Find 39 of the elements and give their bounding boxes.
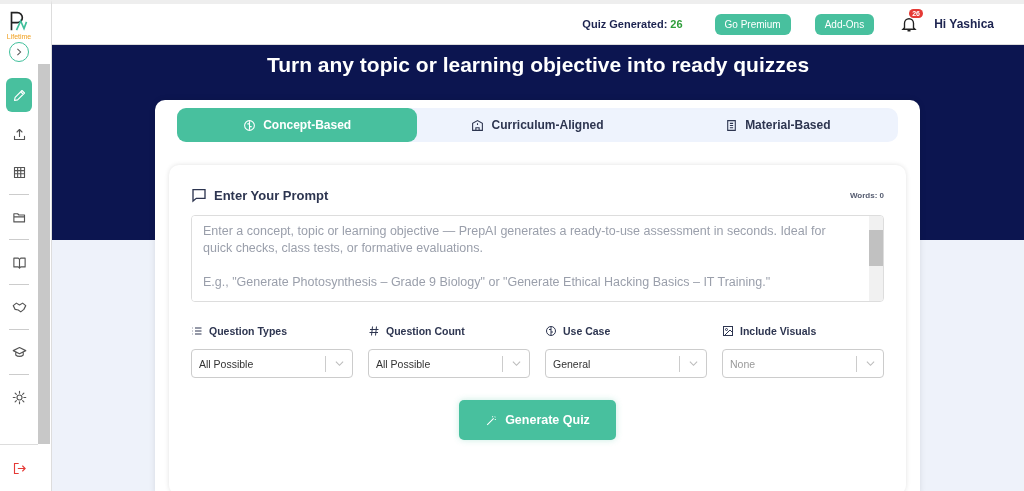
scrollbar[interactable]: [38, 64, 50, 444]
bell-icon[interactable]: [900, 15, 919, 33]
dropdown-placeholder: None: [730, 357, 757, 370]
tab-label: Material-Based: [745, 118, 831, 132]
chevron-down-icon: [512, 359, 521, 368]
school-icon: [471, 118, 485, 132]
dropdown-value: All Possible: [199, 357, 255, 370]
word-count: Words: 0: [849, 190, 884, 200]
document-icon: [725, 118, 739, 132]
option-label: Question Count: [386, 325, 465, 337]
chevron-down-icon: [866, 359, 875, 368]
mode-tab[interactable]: Material-Based: [657, 108, 898, 142]
chevron-down-icon: [335, 359, 344, 368]
option-label: Question Types: [209, 325, 287, 337]
quiz-generated-count: 26: [670, 18, 683, 30]
magic-wand-icon: [485, 413, 499, 427]
mode-tab[interactable]: Curriculum-Aligned: [417, 108, 658, 142]
user-greeting: Hi Yashica: [934, 17, 994, 31]
dropdown-value: All Possible: [376, 357, 432, 370]
prompt-field[interactable]: Enter a concept, topic or learning objective — PrepAI generates a ready-to-use assessment in seconds. Ideal for quick checks, class tests, or formative evaluations. E.g., "Generate Photosynthesis – Grade 9 Biology" or "Generate Ethical Hacking Basics – IT Training.": [191, 215, 884, 302]
option-dropdown[interactable]: General: [545, 349, 707, 378]
chevron-down-icon: [689, 359, 698, 368]
option-label: Use Case: [563, 325, 611, 337]
option-dropdown[interactable]: All Possible: [368, 349, 530, 378]
option-label: Include Visuals: [740, 325, 817, 337]
message-icon: [191, 187, 207, 203]
tab-label: Concept-Based: [263, 118, 352, 132]
button-label: Generate Quiz: [505, 413, 590, 427]
dropdown-value: General: [553, 357, 592, 370]
option-dropdown[interactable]: All Possible: [191, 349, 353, 378]
tab-label: Curriculum-Aligned: [491, 118, 604, 132]
hero-title: Turn any topic or learning objective into ready quizzes: [266, 53, 810, 77]
prompt-title: Enter Your Prompt: [214, 187, 329, 203]
chevron-right-icon: [15, 48, 23, 56]
logo-icon: [9, 10, 29, 32]
quiz-generated-label: Quiz Generated:: [582, 18, 668, 30]
expand-button[interactable]: [9, 42, 29, 62]
image-icon: [722, 325, 734, 337]
hash-icon: [368, 325, 380, 337]
